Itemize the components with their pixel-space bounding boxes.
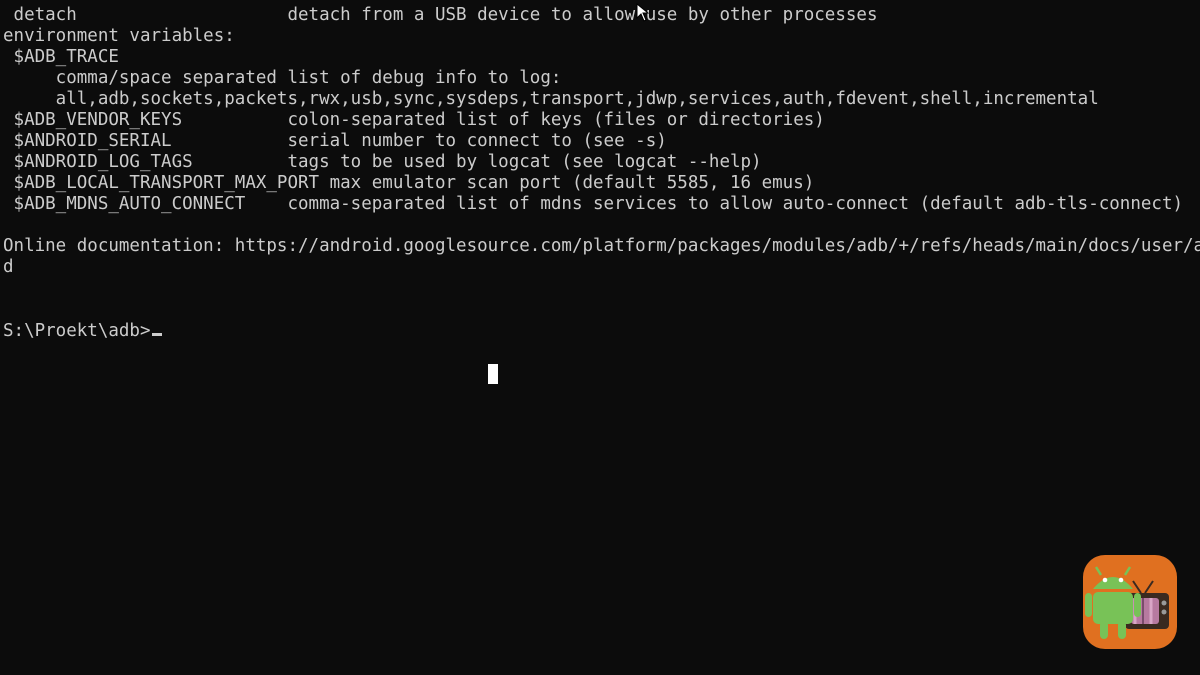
- help-line-online-docs-wrap: d: [3, 257, 14, 277]
- help-line-env-heading: environment variables:: [3, 26, 235, 46]
- help-line-mdns-auto-connect: $ADB_MDNS_AUTO_CONNECT comma-separated l…: [3, 194, 1184, 214]
- help-line-adb-trace-values: all,adb,sockets,packets,rwx,usb,sync,sys…: [3, 89, 1099, 109]
- help-line-online-docs: Online documentation: https://android.go…: [3, 236, 1200, 256]
- prompt-line[interactable]: S:\Proekt\adb>: [3, 321, 162, 342]
- help-line-max-port: $ADB_LOCAL_TRANSPORT_MAX_PORT max emulat…: [3, 173, 815, 193]
- prompt-text: S:\Proekt\adb>: [3, 321, 151, 341]
- help-line-android-serial: $ANDROID_SERIAL serial number to connect…: [3, 131, 667, 151]
- console-window[interactable]: detach detach from a USB device to allow…: [0, 0, 1200, 675]
- help-line-log-tags: $ANDROID_LOG_TAGS tags to be used by log…: [3, 152, 762, 172]
- help-line-adb-trace-desc: comma/space separated list of debug info…: [3, 68, 562, 88]
- help-line-detach: detach detach from a USB device to allow…: [3, 5, 878, 25]
- help-line-adb-trace: $ADB_TRACE: [3, 47, 119, 67]
- text-cursor-icon: [488, 364, 498, 384]
- android-tv-logo-icon: [1083, 555, 1177, 649]
- help-line-vendor-keys: $ADB_VENDOR_KEYS colon-separated list of…: [3, 110, 825, 130]
- text-caret: [151, 333, 162, 336]
- mouse-pointer-icon: [636, 3, 650, 22]
